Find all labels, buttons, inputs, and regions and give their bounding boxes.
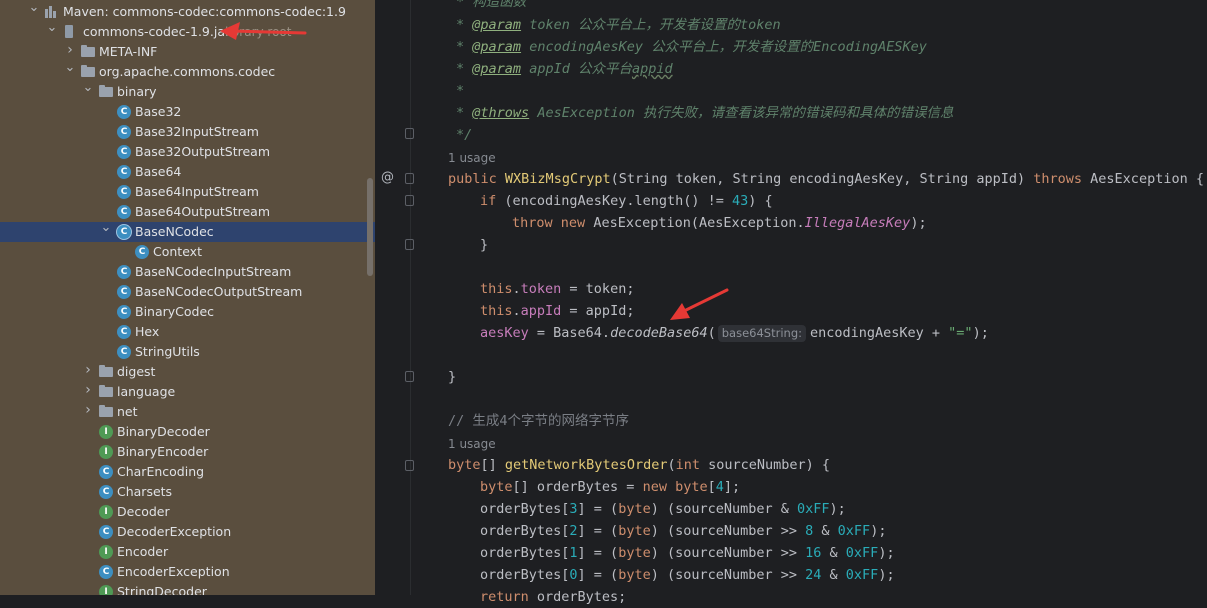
annotation-arrows bbox=[220, 22, 729, 320]
arrow-head-jar bbox=[220, 22, 240, 40]
arrow-to-jar bbox=[230, 29, 307, 35]
arrow-head-decode bbox=[670, 303, 690, 320]
arrow-to-decode bbox=[680, 288, 729, 314]
